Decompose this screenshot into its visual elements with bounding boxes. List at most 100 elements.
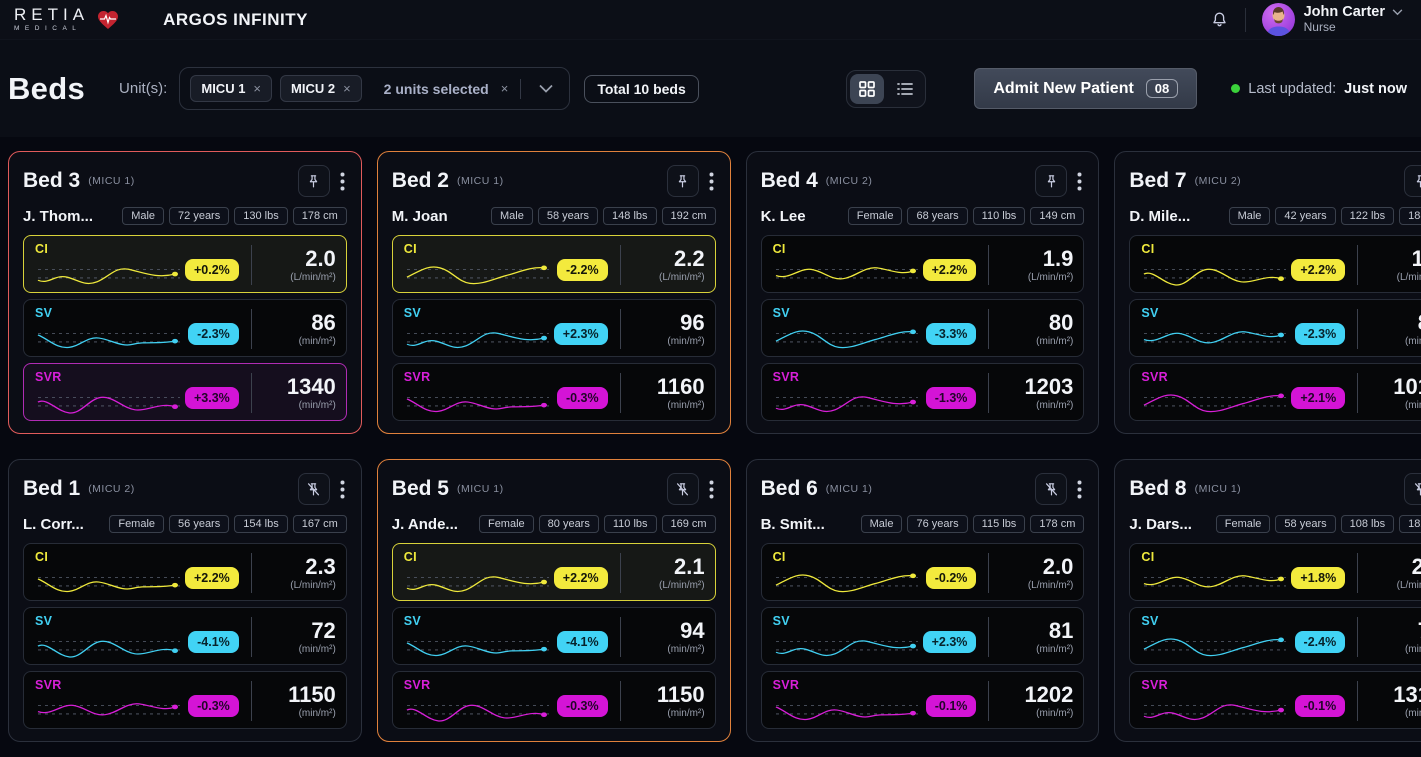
metric-unit: (min/m²) [299,400,336,411]
metric-unit: (min/m²) [667,644,704,655]
delta-badge: -0.3% [188,695,239,717]
sparkline-chart [1141,257,1291,288]
metric-row-ci: CI +0.2% 2.0 (L/min/m²) [23,235,347,293]
units-label: Unit(s): [119,80,167,97]
metric-unit: (min/m²) [667,708,704,719]
metric-label: SV [773,306,926,320]
metric-row-svr: SVR -0.1% 1202 (min/m²) [761,671,1085,729]
delta-badge: -3.3% [926,323,977,345]
bed-card[interactable]: Bed 6 (MICU 1) [746,459,1100,742]
metric-value: 1150 [288,684,336,706]
kebab-menu-icon[interactable] [1075,476,1084,503]
user-menu[interactable]: John Carter Nurse [1262,3,1403,36]
unit-chip-micu2: MICU 2 × [280,75,362,102]
sparkline-chart [773,629,923,660]
sex-chip: Male [491,207,533,225]
clear-units-icon[interactable]: × [501,81,509,96]
delta-badge: +2.1% [1291,387,1345,409]
metric-row-sv: SV +2.3% 81 (min/m²) [761,607,1085,665]
metric-label: CI [404,242,557,256]
notifications-bell-icon[interactable] [1210,10,1229,29]
delta-badge: +2.2% [923,259,977,281]
delta-badge: +2.3% [923,631,977,653]
metric-value: 1312 [1393,684,1421,706]
bed-unit: (MICU 1) [457,483,504,495]
sparkline-chart [404,321,554,352]
remove-unit-icon[interactable]: × [343,81,351,96]
pin-button[interactable] [667,165,699,197]
metric-label: SVR [404,370,557,384]
metric-row-sv: SV -4.1% 94 (min/m²) [392,607,716,665]
pin-button[interactable] [1035,165,1067,197]
view-toggle [846,70,926,108]
metric-label: SV [1141,614,1294,628]
bed-card[interactable]: Bed 7 (MICU 2) [1114,151,1421,434]
delta-badge: +2.3% [554,323,608,345]
grid-view-button[interactable] [850,74,884,104]
metric-value: 94 [680,620,704,642]
bed-name: Bed 1 [23,477,80,501]
sparkline-chart [35,565,185,596]
delta-badge: +3.3% [185,387,239,409]
user-role: Nurse [1304,21,1403,35]
bed-card[interactable]: Bed 5 (MICU 1) [377,459,731,742]
metric-unit: (min/m²) [1405,400,1421,411]
patient-name: L. Corr... [23,516,84,533]
bed-unit: (MICU 2) [826,175,873,187]
pin-button[interactable] [667,473,699,505]
metric-unit: (min/m²) [1036,400,1073,411]
status-dot-icon [1231,84,1240,93]
sparkline-chart [404,565,554,596]
kebab-menu-icon[interactable] [338,476,347,503]
metric-value: 1014 [1393,376,1421,398]
metric-label: SVR [35,370,185,384]
metric-unit: (L/min/m²) [1028,272,1074,283]
sparkline-chart [35,321,185,352]
age-chip: 68 years [907,207,967,225]
remove-unit-icon[interactable]: × [253,81,261,96]
metric-value: 2.2 [674,248,705,270]
weight-chip: 115 lbs [973,515,1026,533]
patient-name: J. Thom... [23,208,93,225]
delta-badge: -4.1% [188,631,239,653]
metric-unit: (L/min/m²) [659,272,705,283]
weight-chip: 130 lbs [234,207,287,225]
admit-new-patient-button[interactable]: Admit New Patient 08 [974,68,1197,109]
pin-button[interactable] [298,165,330,197]
unit-selector[interactable]: MICU 1 × MICU 2 × 2 units selected × [179,67,570,110]
pin-button[interactable] [1404,165,1421,197]
age-chip: 58 years [1275,515,1335,533]
metric-value: 96 [680,312,704,334]
metric-value: 1340 [287,376,336,398]
kebab-menu-icon[interactable] [338,168,347,195]
kebab-menu-icon[interactable] [707,476,716,503]
metric-value: 72 [311,620,335,642]
metric-value: 80 [1049,312,1073,334]
bed-card[interactable]: Bed 4 (MICU 2) [746,151,1100,434]
pin-button[interactable] [298,473,330,505]
bed-card[interactable]: Bed 1 (MICU 2) [8,459,362,742]
metric-value: 2.1 [674,556,705,578]
bed-card[interactable]: Bed 3 (MICU 1) [8,151,362,434]
metric-label: SVR [773,678,926,692]
chevron-down-icon[interactable] [539,84,553,93]
kebab-menu-icon[interactable] [707,168,716,195]
kebab-menu-icon[interactable] [1075,168,1084,195]
list-view-button[interactable] [888,74,922,104]
metric-unit: (min/m²) [1405,708,1421,719]
pin-button[interactable] [1035,473,1067,505]
age-chip: 72 years [169,207,229,225]
metric-row-svr: SVR +2.1% 1014 (min/m²) [1129,363,1421,421]
pin-button[interactable] [1404,473,1421,505]
metric-label: SV [773,614,923,628]
sparkline-chart [35,257,185,288]
bed-card[interactable]: Bed 8 (MICU 1) [1114,459,1421,742]
age-chip: 80 years [539,515,599,533]
sparkline-chart [773,257,923,288]
delta-badge: -0.1% [1295,695,1346,717]
bed-card[interactable]: Bed 2 (MICU 1) [377,151,731,434]
metric-unit: (L/min/m²) [1028,580,1074,591]
height-chip: 192 cm [662,207,716,225]
metric-row-ci: CI +2.2% 2.1 (L/min/m²) [392,543,716,601]
sex-chip: Female [109,515,164,533]
